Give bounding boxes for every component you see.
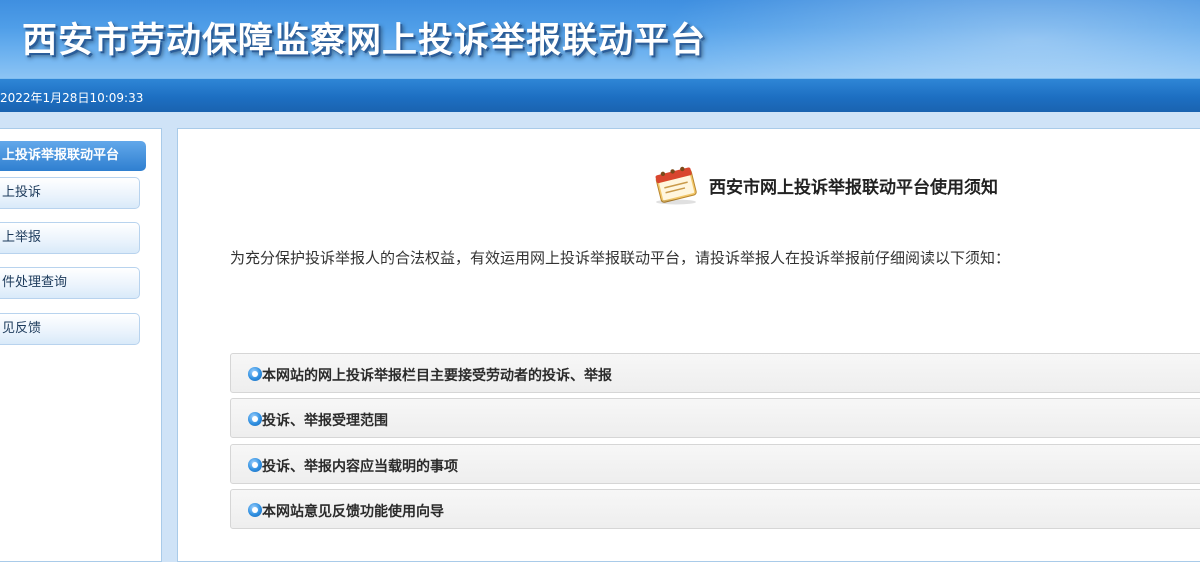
bullet-icon bbox=[248, 458, 262, 472]
main-content: 西安市网上投诉举报联动平台使用须知 为充分保护投诉举报人的合法权益，有效运用网上… bbox=[177, 128, 1200, 562]
current-datetime: 2022年1月28日10:09:33 bbox=[0, 91, 144, 105]
bullet-icon bbox=[248, 367, 262, 381]
bullet-icon bbox=[248, 503, 262, 517]
sidebar-item-online-complaint[interactable]: 上投诉 bbox=[0, 177, 140, 209]
section-label: 本网站的网上投诉举报栏目主要接受劳动者的投诉、举报 bbox=[262, 368, 612, 384]
section-feedback-guide[interactable]: 本网站意见反馈功能使用向导 bbox=[230, 489, 1200, 529]
bullet-icon bbox=[248, 412, 262, 426]
header-banner: 西安市劳动保障监察网上投诉举报联动平台 bbox=[0, 0, 1200, 78]
section-required-content[interactable]: 投诉、举报内容应当载明的事项 bbox=[230, 444, 1200, 484]
intro-text: 为充分保护投诉举报人的合法权益，有效运用网上投诉举报联动平台，请投诉举报人在投诉… bbox=[230, 249, 1011, 267]
section-label: 投诉、举报内容应当载明的事项 bbox=[262, 459, 458, 475]
section-label: 本网站意见反馈功能使用向导 bbox=[262, 504, 444, 520]
sidebar-item-online-report[interactable]: 上举报 bbox=[0, 222, 140, 254]
section-acceptance-scope[interactable]: 投诉、举报受理范围 bbox=[230, 398, 1200, 438]
date-bar: 2022年1月28日10:09:33 bbox=[0, 78, 1200, 112]
calendar-notepad-icon bbox=[655, 166, 697, 205]
notice-title: 西安市网上投诉举报联动平台使用须知 bbox=[709, 178, 998, 198]
sidebar-item-feedback[interactable]: 见反馈 bbox=[0, 313, 140, 345]
site-title: 西安市劳动保障监察网上投诉举报联动平台 bbox=[22, 21, 707, 61]
sidebar: 上投诉举报联动平台 上投诉 上举报 件处理查询 见反馈 bbox=[0, 128, 162, 562]
sidebar-item-case-query[interactable]: 件处理查询 bbox=[0, 267, 140, 299]
sidebar-heading: 上投诉举报联动平台 bbox=[0, 141, 146, 171]
section-scope-of-website[interactable]: 本网站的网上投诉举报栏目主要接受劳动者的投诉、举报 bbox=[230, 353, 1200, 393]
section-label: 投诉、举报受理范围 bbox=[262, 413, 388, 429]
